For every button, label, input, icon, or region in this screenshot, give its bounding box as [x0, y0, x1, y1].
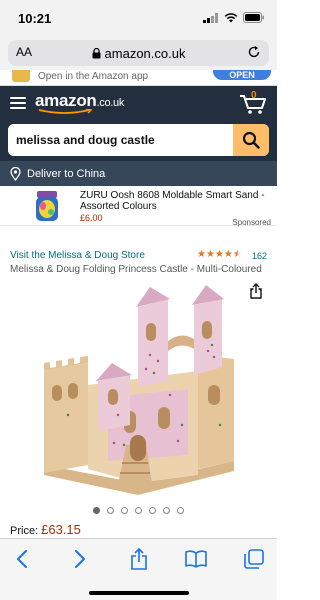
star-icon: ★: [205, 249, 215, 260]
amazon-logo[interactable]: amazon.co.uk: [35, 91, 125, 114]
url-display[interactable]: amazon.co.uk: [92, 45, 186, 61]
address-area: AA amazon.co.uk: [0, 36, 277, 70]
home-indicator[interactable]: [89, 591, 189, 595]
sponsored-product-price: £6.00: [80, 213, 103, 223]
sponsored-product-thumbnail: [36, 191, 58, 221]
search-input[interactable]: [8, 124, 233, 156]
carousel-dot[interactable]: [163, 507, 170, 514]
share-icon: [131, 548, 147, 570]
price-value: £63.15: [41, 522, 81, 537]
product-title: Melissa & Doug Folding Princess Castle -…: [10, 264, 262, 275]
back-icon: [17, 550, 27, 568]
logo-text: amazon: [35, 91, 97, 110]
amazon-app-icon: [12, 70, 30, 82]
url-text: amazon.co.uk: [104, 45, 186, 61]
bookmarks-icon: [185, 550, 207, 568]
cart-button[interactable]: 0: [239, 90, 267, 115]
amazon-header: amazon.co.uk 0: [0, 86, 277, 121]
app-banner-text: Open in the Amazon app: [38, 71, 149, 82]
search-area: [0, 121, 277, 161]
deliver-to-text: Deliver to China: [27, 167, 106, 180]
sponsored-label: Sponsored: [232, 218, 271, 227]
carousel-dot[interactable]: [177, 507, 184, 514]
carousel-dot[interactable]: [121, 507, 128, 514]
half-star-icon: ★: [232, 249, 242, 260]
sponsored-product[interactable]: ZURU Oosh 8608 Moldable Smart Sand - Ass…: [0, 186, 277, 227]
tabs-icon: [244, 549, 264, 569]
bookmarks-button[interactable]: [185, 548, 207, 570]
app-banner: Open in the Amazon app OPEN: [0, 70, 277, 86]
address-bar[interactable]: AA amazon.co.uk: [8, 40, 269, 66]
star-icon: ★: [214, 249, 224, 260]
cart-count: 0: [251, 90, 257, 101]
status-icons: [203, 12, 265, 23]
battery-icon: [243, 12, 264, 23]
deliver-to-bar[interactable]: Deliver to China: [0, 161, 277, 186]
menu-icon[interactable]: [10, 97, 26, 112]
price-label: Price:: [10, 525, 39, 537]
reader-options-button[interactable]: AA: [16, 45, 32, 59]
logo-tld: .co.uk: [96, 97, 125, 109]
rating-stars[interactable]: ★ ★ ★ ★ ★: [197, 250, 242, 260]
back-button[interactable]: [11, 548, 33, 570]
share-button[interactable]: [128, 548, 150, 570]
forward-icon: [75, 550, 85, 568]
image-carousel-dots[interactable]: [0, 507, 277, 514]
open-app-button[interactable]: OPEN: [213, 70, 271, 80]
reload-icon[interactable]: [247, 45, 261, 59]
product-image[interactable]: [38, 285, 238, 497]
carousel-dot[interactable]: [107, 507, 114, 514]
search-icon: [242, 131, 260, 149]
review-count[interactable]: 162: [252, 251, 267, 261]
signal-icon: [203, 12, 218, 23]
wifi-icon: [224, 12, 238, 22]
carousel-dot[interactable]: [93, 507, 100, 514]
store-row: Visit the Melissa & Doug Store ★ ★ ★ ★ ★…: [0, 248, 277, 262]
tabs-button[interactable]: [243, 548, 265, 570]
star-icon: ★: [223, 249, 233, 260]
lock-icon: [92, 47, 101, 58]
sponsored-product-title[interactable]: ZURU Oosh 8608 Moldable Smart Sand - Ass…: [80, 190, 270, 212]
store-link[interactable]: Visit the Melissa & Doug Store: [10, 250, 145, 261]
location-pin-icon: [10, 166, 21, 181]
status-bar: 10:21: [0, 0, 277, 36]
logo-smile: [38, 109, 93, 114]
carousel-dot[interactable]: [149, 507, 156, 514]
carousel-dot[interactable]: [135, 507, 142, 514]
safari-toolbar: [0, 538, 277, 600]
forward-button[interactable]: [69, 548, 91, 570]
search-button[interactable]: [233, 124, 269, 156]
status-time: 10:21: [18, 11, 52, 26]
share-icon[interactable]: [249, 283, 263, 299]
search-box: [8, 124, 269, 156]
price-row: Price: £63.15: [10, 522, 81, 537]
star-icon: ★: [197, 249, 206, 260]
